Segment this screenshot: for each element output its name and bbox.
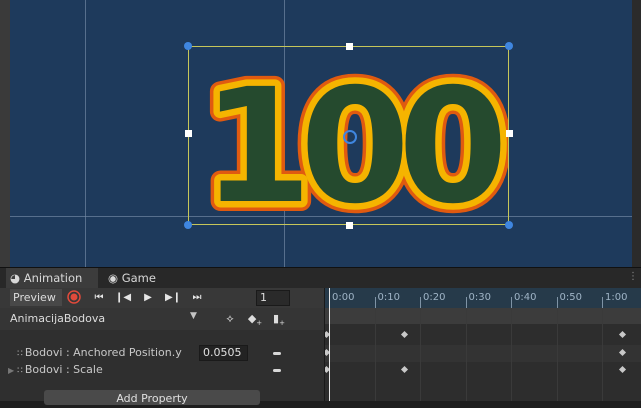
edge-handle-bottom[interactable] bbox=[346, 222, 353, 229]
next-key-icon[interactable]: ▶❙ bbox=[162, 290, 184, 306]
grid-line bbox=[85, 0, 86, 267]
preview-label: Preview bbox=[13, 291, 56, 304]
ruler-tick: 0:00 bbox=[329, 288, 354, 308]
remove-curve-icon[interactable] bbox=[273, 352, 281, 355]
ruler-tick: 0:40 bbox=[511, 288, 536, 308]
tab-animation[interactable]: ◕ Animation bbox=[6, 268, 98, 289]
corner-handle-bottom-left[interactable] bbox=[184, 221, 192, 229]
ruler-tick: 0:10 bbox=[374, 288, 400, 308]
expand-arrow-icon[interactable]: ▶ bbox=[8, 366, 14, 375]
scene-left-edge bbox=[0, 0, 10, 267]
corner-handle-top-right[interactable] bbox=[505, 42, 513, 50]
timeline-gridline bbox=[556, 308, 558, 401]
tab-game-label: Game bbox=[121, 271, 156, 285]
property-label: Bodovi : Anchored Position.y bbox=[24, 346, 182, 359]
scene-view[interactable]: 100 100 100 bbox=[0, 0, 641, 267]
property-icon: ∷ bbox=[17, 366, 23, 376]
key-row bbox=[325, 345, 641, 362]
clip-selector[interactable]: AnimacijaBodova bbox=[10, 311, 200, 327]
keyframe[interactable] bbox=[618, 330, 627, 339]
prev-key-icon[interactable]: ❙◀ bbox=[112, 290, 134, 306]
ruler-tick: 0:20 bbox=[420, 288, 445, 308]
summary-row bbox=[325, 308, 641, 324]
last-key-icon[interactable]: ⏭ bbox=[186, 290, 208, 306]
ruler-tick: 0:30 bbox=[465, 288, 491, 308]
tab-game[interactable]: ◉ Game bbox=[102, 268, 178, 289]
frame-input[interactable]: 1 bbox=[256, 290, 290, 306]
time-ruler[interactable]: 0:00 0:10 0:20 0:30 0:40 0:50 1:00 bbox=[325, 288, 641, 308]
filter-icon[interactable]: ⟡ bbox=[219, 310, 241, 328]
edge-handle-top[interactable] bbox=[346, 43, 353, 50]
ruler-tick: 0:50 bbox=[556, 288, 582, 308]
timeline-gridline bbox=[465, 308, 467, 401]
property-icon: ∷ bbox=[17, 349, 23, 359]
panel-menu-icon[interactable]: ⋮ bbox=[628, 271, 638, 282]
gamepad-icon: ◉ bbox=[108, 271, 119, 285]
play-icon[interactable]: ▶ bbox=[138, 290, 158, 306]
keyframe[interactable] bbox=[400, 330, 409, 339]
edge-handle-left[interactable] bbox=[185, 130, 192, 137]
timeline-gridline bbox=[374, 308, 376, 401]
timeline-gridline bbox=[602, 308, 603, 401]
property-row-anchored-y[interactable]: ▶∷Bodovi : Anchored Position.y bbox=[8, 345, 182, 361]
animation-toolbar: Preview ⏮ ❙◀ ▶ ▶❙ ⏭ 1 bbox=[0, 288, 325, 308]
animation-icon: ◕ bbox=[10, 271, 21, 285]
clip-name: AnimacijaBodova bbox=[10, 312, 106, 325]
panel-divider[interactable] bbox=[324, 288, 325, 401]
tab-animation-label: Animation bbox=[23, 271, 83, 285]
dopesheet[interactable] bbox=[325, 308, 641, 401]
timeline-gridline bbox=[511, 308, 512, 401]
add-keyframe-icon[interactable]: ◆+ bbox=[244, 310, 266, 328]
property-row-scale[interactable]: ▶ ∷ Bodovi : Scale bbox=[8, 362, 103, 378]
add-event-icon[interactable]: ▮+ bbox=[268, 310, 290, 328]
edge-handle-right[interactable] bbox=[506, 130, 513, 137]
preview-button[interactable]: Preview bbox=[10, 289, 62, 306]
keyframe[interactable] bbox=[400, 365, 409, 374]
pivot-handle[interactable] bbox=[343, 130, 357, 144]
corner-handle-bottom-right[interactable] bbox=[505, 221, 513, 229]
keyframe[interactable] bbox=[618, 365, 627, 374]
property-value-input[interactable]: 0.0505 bbox=[199, 345, 248, 361]
playhead[interactable] bbox=[329, 288, 330, 401]
first-key-icon[interactable]: ⏮ bbox=[88, 290, 110, 306]
add-property-label: Add Property bbox=[116, 392, 188, 405]
timeline-gridline bbox=[420, 308, 421, 401]
ruler-tick: 1:00 bbox=[602, 288, 627, 308]
scene-right-edge bbox=[632, 0, 641, 267]
frame-value: 1 bbox=[260, 291, 267, 304]
property-value: 0.0505 bbox=[203, 346, 242, 359]
record-icon[interactable] bbox=[66, 290, 82, 306]
corner-handle-top-left[interactable] bbox=[184, 42, 192, 50]
property-label: Bodovi : Scale bbox=[24, 363, 103, 376]
chevron-down-icon[interactable]: ▼ bbox=[190, 311, 197, 321]
remove-curve-icon[interactable] bbox=[273, 369, 281, 372]
panel-tab-bar: ◕ Animation ◉ Game ⋮ bbox=[0, 267, 641, 289]
add-property-button[interactable]: Add Property bbox=[44, 390, 260, 405]
